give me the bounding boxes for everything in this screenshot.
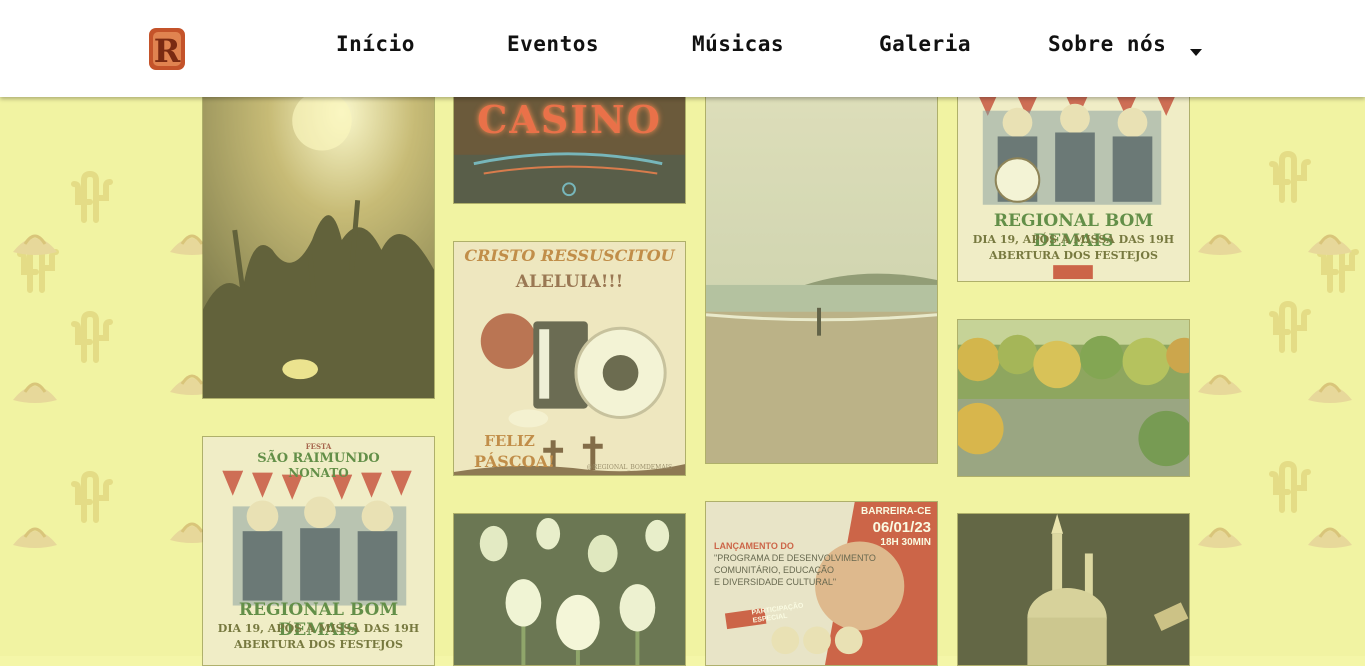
easter-greeting-line1: FELIZ: [484, 432, 535, 450]
gallery-photo-beach[interactable]: [705, 80, 938, 464]
poster-tag: FESTA: [305, 442, 332, 451]
gallery-poster-regional-bom-demais[interactable]: REGIONAL BOM DEMAIS DIA 19, APÓS A MISSA…: [957, 80, 1190, 282]
caret-down-icon[interactable]: [1190, 42, 1202, 61]
poster-program-line1: "PROGRAMA DE DESENVOLVIMENTO: [714, 553, 876, 564]
gallery-photo-casino[interactable]: CASINO: [453, 80, 686, 204]
poster-line1: DIA 19, APÓS A MISSA DAS 19H: [217, 622, 420, 635]
easter-handle: @REGIONAL_BOMDEMAIS: [586, 464, 673, 471]
top-navigation-bar: R Início Eventos Músicas Galeria Sobre n…: [0, 0, 1365, 97]
gallery-photo-tulips[interactable]: [453, 513, 686, 666]
poster-line2: ABERTURA DOS FESTEJOS: [234, 638, 403, 651]
poster-city: BARREIRA-CE: [861, 506, 931, 517]
logo-icon: R: [149, 28, 185, 70]
nav-galeria[interactable]: Galeria: [879, 32, 971, 56]
poster-saint-line1: SÃO RAIMUNDO: [257, 451, 380, 466]
poster-heading: LANÇAMENTO DO: [714, 541, 794, 551]
nav-inicio[interactable]: Início: [336, 32, 415, 56]
poster-line1-top: DIA 19, APÓS A MISSA DAS 19H: [972, 233, 1175, 246]
gallery-poster-feliz-pascoa[interactable]: CRISTO RESSUSCITOU ALELUIA!!! FELIZ PÁSC…: [453, 241, 686, 476]
easter-title: CRISTO RESSUSCITOU: [464, 246, 675, 265]
poster-date: 06/01/23: [872, 518, 931, 536]
gallery-photo-concert[interactable]: [202, 80, 435, 399]
nav-musicas[interactable]: Músicas: [692, 32, 784, 56]
nav-sobre-nos[interactable]: Sobre nós: [1048, 32, 1166, 56]
gallery-poster-festa-sao-raimundo[interactable]: FESTA SÃO RAIMUNDO NONATO REGIONAL BOM D…: [202, 436, 435, 666]
gallery-photo-autumn-forest[interactable]: [957, 319, 1190, 477]
site-logo[interactable]: R: [147, 26, 187, 72]
casino-sign: CASINO: [477, 97, 662, 142]
poster-program-line3: E DIVERSIDADE CULTURAL": [714, 577, 837, 588]
poster-line2-top: ABERTURA DOS FESTEJOS: [989, 249, 1158, 262]
gallery-poster-lancamento-programa[interactable]: BARREIRA-CE 06/01/23 18H 30MIN LANÇAMENT…: [705, 501, 938, 666]
gallery-photo-mosque[interactable]: [957, 513, 1190, 666]
easter-subtitle: ALELUIA!!!: [515, 272, 624, 292]
nav-eventos[interactable]: Eventos: [507, 32, 599, 56]
poster-program-line2: COMUNITÁRIO, EDUCAÇÃO: [714, 565, 835, 576]
logo-letter: R: [154, 32, 181, 70]
poster-saint-line2: NONATO: [288, 466, 349, 480]
